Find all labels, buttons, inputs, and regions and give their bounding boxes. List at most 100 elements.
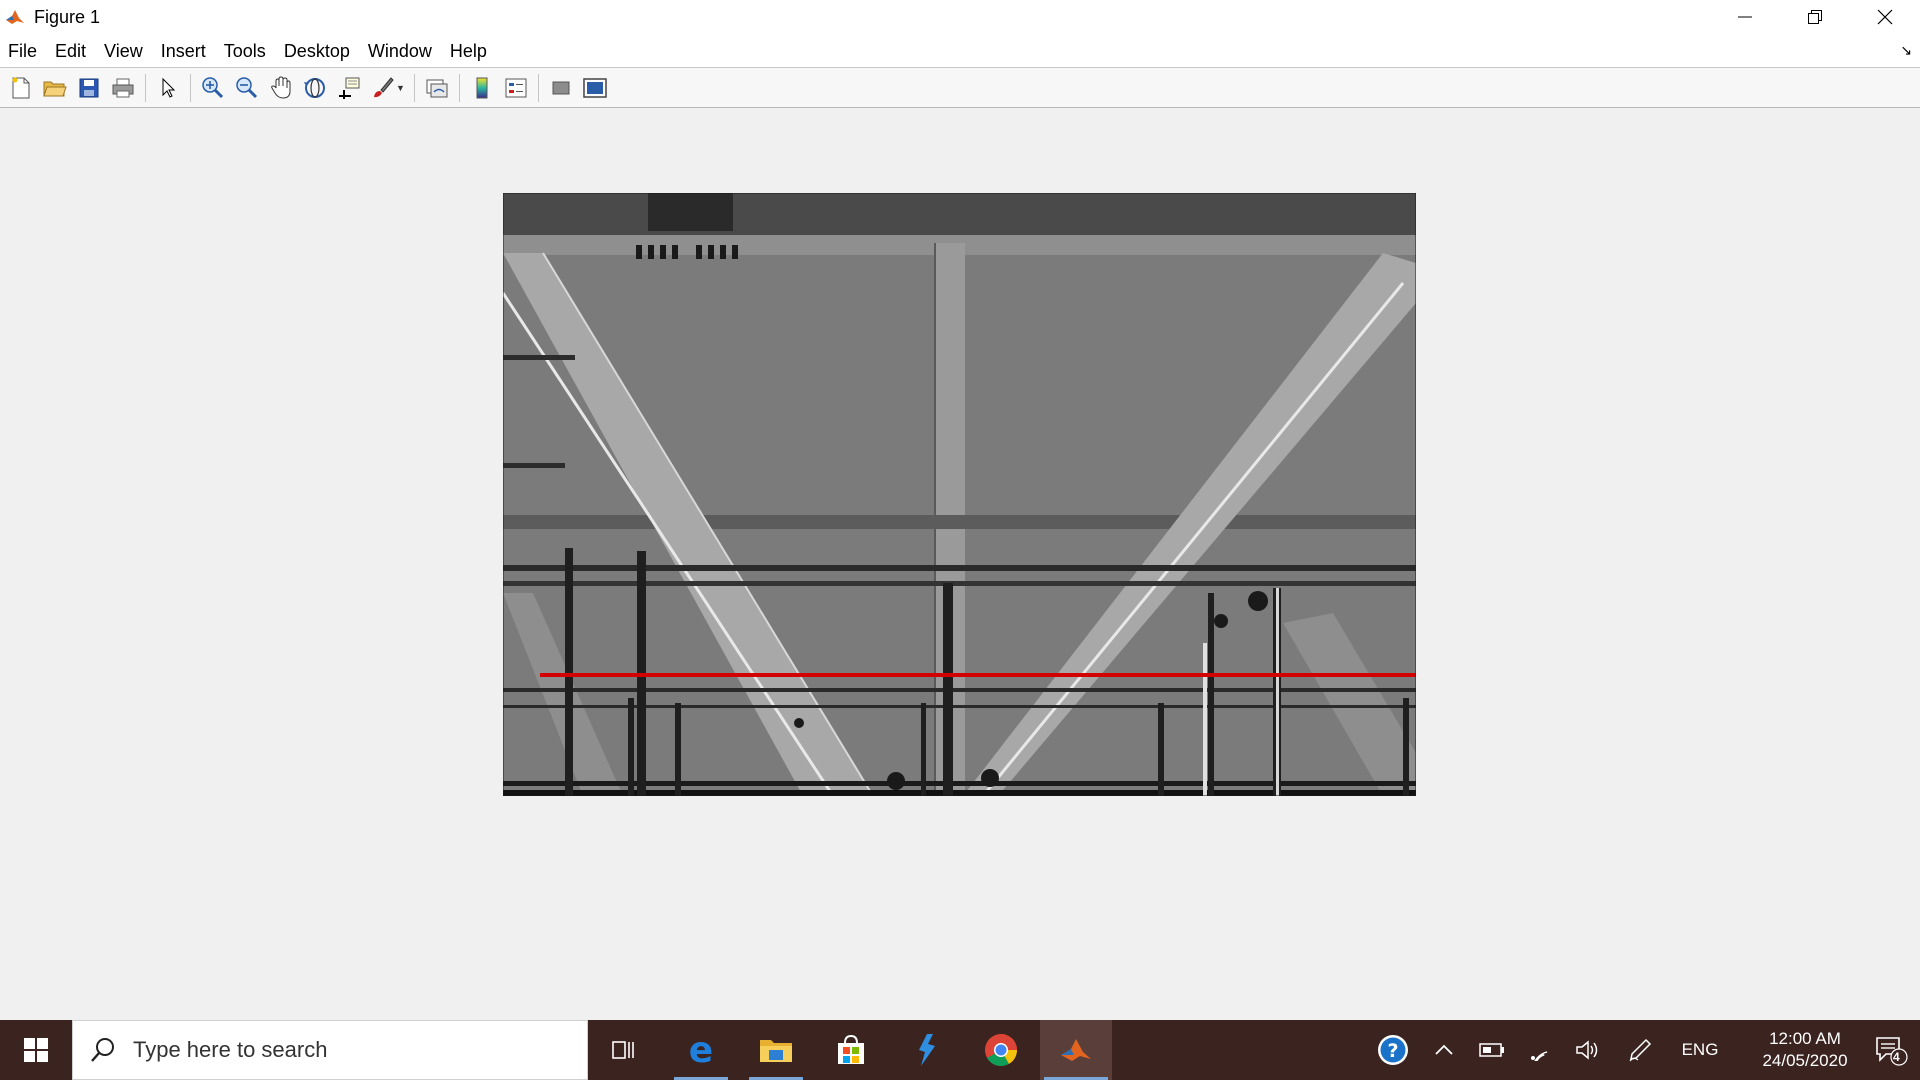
notification-count-badge: 4 <box>1893 1050 1900 1064</box>
visual-studio-icon <box>919 1034 935 1066</box>
new-figure-button[interactable] <box>7 74 35 102</box>
menu-edit[interactable]: Edit <box>46 34 95 68</box>
svg-text:e: e <box>689 1033 713 1067</box>
battery-icon <box>1479 1043 1504 1057</box>
save-icon <box>79 78 99 97</box>
input-language-button[interactable]: ENG <box>1676 1020 1724 1080</box>
zoom-in-icon <box>202 76 224 98</box>
toolbar-separator <box>190 73 191 102</box>
search-placeholder: Type here to search <box>133 1037 328 1062</box>
image-axes[interactable] <box>503 193 1416 796</box>
menu-help[interactable]: Help <box>441 34 496 68</box>
figure-toolbar: ▼ <box>0 68 1920 108</box>
zoom-out-icon <box>236 76 258 98</box>
restore-button[interactable] <box>1780 0 1850 34</box>
help-tray-button[interactable]: ? <box>1372 1020 1414 1080</box>
clock-time: 12:00 AM <box>1769 1029 1841 1048</box>
close-button[interactable] <box>1850 0 1920 34</box>
edge-icon: e <box>689 1033 713 1067</box>
menu-view[interactable]: View <box>95 34 152 68</box>
start-button[interactable] <box>0 1020 72 1080</box>
windows-logo-icon <box>24 1038 48 1062</box>
file-explorer-icon <box>760 1040 792 1062</box>
taskbar-clock[interactable]: 12:00 AM 24/05/2020 <box>1750 1028 1860 1072</box>
print-button[interactable] <box>109 74 137 102</box>
taskbar-edge[interactable]: e <box>670 1020 732 1080</box>
menu-bar: File Edit View Insert Tools Desktop Wind… <box>0 34 1920 68</box>
hide-plot-tools-icon <box>552 81 570 94</box>
menu-file[interactable]: File <box>0 34 46 68</box>
insert-colorbar-icon <box>476 77 488 98</box>
minimize-button[interactable] <box>1710 0 1780 34</box>
brush-icon <box>374 76 394 97</box>
action-center-button[interactable]: 4 <box>1862 1020 1920 1080</box>
help-icon: ? <box>1378 1035 1408 1065</box>
open-file-icon <box>43 81 67 96</box>
insert-colorbar-button[interactable] <box>468 74 496 102</box>
taskbar-file-explorer[interactable] <box>745 1020 807 1080</box>
title-bar: Figure 1 <box>0 0 1920 34</box>
speaker-icon <box>1576 1040 1598 1060</box>
restore-icon <box>1808 10 1822 24</box>
toolbar-separator <box>413 73 415 102</box>
brush-button[interactable] <box>369 74 397 102</box>
pen-tray[interactable] <box>1620 1020 1660 1080</box>
menu-desktop[interactable]: Desktop <box>275 34 359 68</box>
link-plot-icon <box>426 79 448 97</box>
taskbar-visual-studio[interactable] <box>895 1020 957 1080</box>
window-title: Figure 1 <box>34 6 101 27</box>
chevron-up-icon <box>1435 1044 1453 1055</box>
matlab-icon <box>1061 1039 1091 1061</box>
edit-plot-button[interactable] <box>154 74 182 102</box>
task-view-icon <box>612 1041 634 1059</box>
link-plot-button[interactable] <box>423 74 451 102</box>
windows-taskbar: Type here to search e ? ENG 12:00 AM 24/… <box>0 1020 1920 1080</box>
edit-plot-arrow-icon <box>162 77 176 98</box>
task-view-button[interactable] <box>592 1020 654 1080</box>
insert-legend-button[interactable] <box>502 74 530 102</box>
pan-button[interactable] <box>267 74 295 102</box>
zoom-in-button[interactable] <box>199 74 227 102</box>
matlab-logo-icon <box>4 6 26 28</box>
network-tray[interactable] <box>1520 1020 1560 1080</box>
language-indicator: ENG <box>1681 1040 1719 1059</box>
notification-icon <box>1876 1037 1908 1066</box>
figure-canvas <box>0 108 1920 1020</box>
chrome-icon <box>985 1034 1018 1067</box>
taskbar-store[interactable] <box>820 1020 882 1080</box>
save-button[interactable] <box>75 74 103 102</box>
taskbar-chrome[interactable] <box>970 1020 1032 1080</box>
hide-plot-tools-button[interactable] <box>547 74 575 102</box>
rotate-3d-icon <box>304 77 325 98</box>
rotate-3d-button[interactable] <box>301 74 329 102</box>
close-icon <box>1877 9 1893 25</box>
show-hidden-icons-button[interactable] <box>1424 1020 1464 1080</box>
brush-dropdown-icon[interactable]: ▼ <box>396 83 405 93</box>
new-figure-icon <box>12 77 30 98</box>
zoom-out-button[interactable] <box>233 74 261 102</box>
open-file-button[interactable] <box>41 74 69 102</box>
clock-date: 24/05/2020 <box>1762 1051 1848 1070</box>
battery-tray[interactable] <box>1472 1020 1512 1080</box>
taskbar-matlab[interactable] <box>1040 1020 1112 1080</box>
minimize-icon <box>1738 16 1752 18</box>
data-cursor-icon <box>339 77 360 99</box>
svg-text:?: ? <box>1387 1040 1398 1062</box>
data-cursor-button[interactable] <box>335 74 363 102</box>
store-icon <box>838 1034 864 1064</box>
show-plot-tools-icon <box>583 77 607 98</box>
toolbar-separator <box>537 73 539 102</box>
insert-legend-icon <box>505 78 527 97</box>
dock-figure-icon[interactable]: ↘ <box>1900 42 1912 59</box>
pan-hand-icon <box>271 75 291 99</box>
volume-tray[interactable] <box>1568 1020 1608 1080</box>
pen-workspace-icon <box>1629 1038 1652 1062</box>
menu-window[interactable]: Window <box>359 34 441 68</box>
menu-insert[interactable]: Insert <box>152 34 215 68</box>
menu-tools[interactable]: Tools <box>215 34 275 68</box>
taskbar-search-box[interactable]: Type here to search <box>72 1020 588 1080</box>
show-plot-tools-button[interactable] <box>581 74 609 102</box>
wifi-icon <box>1531 1051 1548 1061</box>
toolbar-separator <box>145 73 146 102</box>
print-icon <box>112 78 134 97</box>
